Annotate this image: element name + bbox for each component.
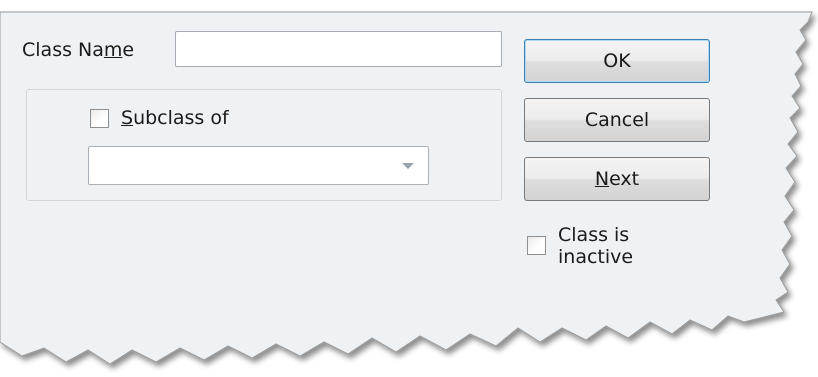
chevron-down-icon[interactable] <box>402 163 414 169</box>
subclass-dropdown[interactable] <box>88 146 429 185</box>
class-name-input[interactable] <box>175 31 502 67</box>
class-inactive-label-line1: Class is <box>558 224 630 246</box>
class-inactive-label-line2: inactive <box>558 246 634 268</box>
subclass-of-label[interactable]: Subclass of <box>121 107 229 129</box>
cancel-button[interactable]: Cancel <box>524 98 710 142</box>
class-name-label-end: e <box>122 39 135 61</box>
class-name-label: Class Name <box>22 39 134 61</box>
class-dialog: Class Name Subclass of OK Cancel Next Cl… <box>0 0 818 377</box>
class-name-label-mnemonic: m <box>103 39 123 61</box>
class-inactive-checkbox[interactable] <box>527 236 546 255</box>
class-name-label-start: Class Na <box>22 39 104 61</box>
next-button[interactable]: Next <box>524 157 710 201</box>
ok-button[interactable]: OK <box>524 39 710 83</box>
next-button-mnemonic: N <box>594 168 610 190</box>
next-button-label-rest: ext <box>609 168 640 190</box>
class-inactive-label[interactable]: Class is inactive <box>558 224 633 268</box>
subclass-of-checkbox[interactable] <box>90 109 109 128</box>
subclass-of-label-mnemonic: S <box>121 107 134 129</box>
screenshot-stage: Class Name Subclass of OK Cancel Next Cl… <box>0 0 818 377</box>
subclass-of-label-rest: ubclass of <box>133 107 229 129</box>
